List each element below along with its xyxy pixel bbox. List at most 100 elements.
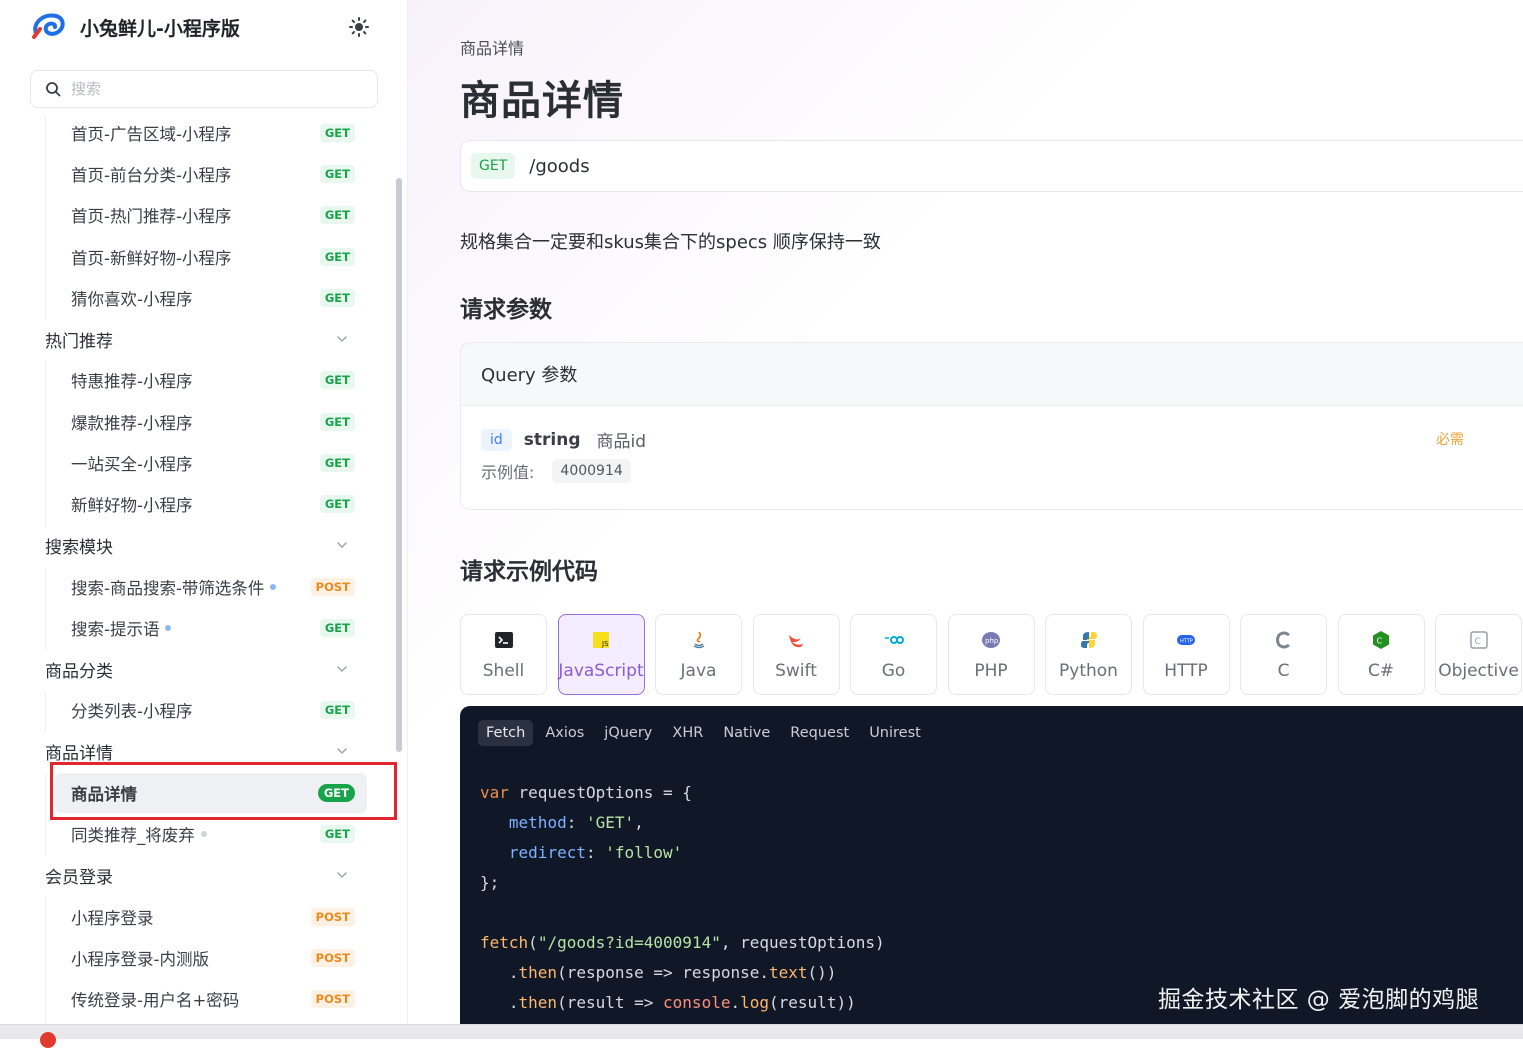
language-tab-c[interactable]: C: [1240, 614, 1327, 695]
terminal-icon: [494, 631, 513, 648]
sidebar-group[interactable]: 商品分类: [45, 652, 349, 686]
language-tab-http[interactable]: HTTP HTTP: [1142, 614, 1230, 695]
code-heading: 请求示例代码: [460, 559, 598, 585]
language-tab-java[interactable]: Java: [655, 614, 742, 695]
language-tab-python[interactable]: Python: [1045, 614, 1132, 695]
taskbar-strip: [0, 1024, 1523, 1048]
code-tab-request[interactable]: Request: [782, 720, 857, 746]
method-badge: GET: [319, 206, 355, 224]
sidebar-item[interactable]: 猜你喜欢-小程序 GET: [71, 281, 355, 315]
code-tab-unirest[interactable]: Unirest: [861, 720, 929, 746]
language-label: Swift: [775, 660, 817, 681]
sidebar-item[interactable]: 特惠推荐-小程序 GET: [71, 363, 355, 397]
sidebar-item-label-wrap: 搜索-提示语: [71, 616, 172, 640]
language-tab-objective[interactable]: C Objective: [1435, 614, 1522, 695]
sidebar-item[interactable]: 传统登录-用户名+密码 POST: [71, 982, 355, 1016]
sidebar-item[interactable]: 搜索-商品搜索-带筛选条件 POST: [71, 570, 355, 604]
sidebar-item-label-wrap: 新鲜好物-小程序: [71, 492, 192, 516]
theme-toggle-button[interactable]: [346, 14, 372, 40]
code-line: redirect: 'follow': [508, 843, 683, 862]
code-block: var requestOptions = { method: 'GET', re…: [480, 778, 885, 1018]
code-tab-xhr[interactable]: XHR: [664, 720, 711, 746]
sidebar: 小兔鲜儿-小程序版 首页-广告区域-小程序GET 首页-前台分类-小程序GET 首页…: [0, 0, 408, 1024]
sidebar-group[interactable]: 会员登录: [45, 858, 349, 892]
endpoint-bar[interactable]: GET /goods: [460, 140, 1523, 192]
sidebar-item-label: 爆款推荐-小程序: [71, 414, 193, 433]
method-badge: GET: [319, 701, 355, 719]
example-label: 示例值:: [481, 463, 535, 482]
api-description: 规格集合一定要和skus集合下的specs 顺序保持一致: [460, 232, 881, 253]
code-tab-native[interactable]: Native: [715, 720, 778, 746]
method-badge: GET: [319, 495, 355, 513]
sidebar-item-label: 小程序登录: [71, 909, 154, 928]
python-icon: [1080, 631, 1097, 648]
sidebar-item[interactable]: 同类推荐_将废弃 GET: [71, 817, 355, 851]
method-badge: GET: [319, 825, 355, 843]
page-title: 商品详情: [460, 78, 624, 124]
code-tab-jquery[interactable]: jQuery: [596, 720, 660, 746]
main-content: 商品详情 商品详情 GET /goods 规格集合一定要和skus集合下的spe…: [408, 0, 1523, 1024]
sidebar-item-label-wrap: 搜索-商品搜索-带筛选条件: [71, 575, 277, 599]
sidebar-item[interactable]: 首页-热门推荐-小程序 GET: [71, 198, 355, 232]
code-line: .then(result => console.log(result)): [480, 993, 856, 1012]
code-tab-fetch[interactable]: Fetch: [478, 720, 534, 746]
sidebar-item[interactable]: 小程序登录-内测版 POST: [71, 941, 355, 975]
param-type: string: [523, 429, 581, 450]
sidebar-item[interactable]: 搜索-提示语 GET: [71, 611, 355, 645]
sidebar-item[interactable]: 首页-新鲜好物-小程序 GET: [71, 240, 355, 274]
language-tab-go[interactable]: Go: [850, 614, 937, 695]
tree-guide-line: [45, 692, 46, 732]
chevron-down-icon: [337, 748, 347, 755]
brand: 小兔鲜儿-小程序版: [30, 10, 240, 44]
sidebar-item-label: 传统登录-用户名+密码: [71, 991, 240, 1010]
app-logo-icon: [32, 13, 65, 39]
svg-text:C: C: [1377, 636, 1383, 645]
language-tab-shell[interactable]: Shell: [460, 614, 547, 695]
language-tab-php[interactable]: php PHP: [947, 614, 1035, 695]
svg-text:php: php: [985, 637, 999, 645]
language-tab-csharp[interactable]: C C#: [1337, 614, 1425, 695]
status-dot: [200, 831, 207, 837]
status-dot: [270, 584, 277, 590]
method-badge: GET: [319, 454, 355, 472]
sidebar-item-label: 特惠推荐-小程序: [71, 372, 193, 391]
sidebar-item-label-wrap: 爆款推荐-小程序: [71, 410, 192, 434]
language-tab-swift[interactable]: Swift: [752, 614, 840, 695]
param-description: 商品id: [596, 432, 647, 452]
c-icon: [1275, 631, 1290, 648]
sidebar-group[interactable]: 搜索模块: [45, 528, 349, 562]
tree-guide-line: [45, 116, 46, 320]
sidebar-group-label: 搜索模块: [45, 537, 113, 558]
sidebar-item-label-wrap: 首页-新鲜好物-小程序: [71, 245, 231, 269]
sidebar-item[interactable]: 首页-广告区域-小程序 GET: [71, 116, 355, 150]
sidebar-group[interactable]: 热门推荐: [45, 322, 349, 356]
sidebar-item[interactable]: 爆款推荐-小程序 GET: [71, 405, 355, 439]
sidebar-item-label: 一站买全-小程序: [71, 455, 193, 474]
sidebar-item[interactable]: 新鲜好物-小程序 GET: [71, 487, 355, 521]
sidebar-item-label-wrap: 猜你喜欢-小程序: [71, 286, 192, 310]
go-icon: [884, 635, 904, 644]
code-line: method: 'GET',: [508, 813, 644, 832]
search-box[interactable]: [30, 70, 378, 108]
language-label: Go: [881, 660, 906, 681]
language-label: HTTP: [1164, 660, 1208, 681]
sidebar-item[interactable]: 首页-前台分类-小程序 GET: [71, 157, 355, 191]
code-line: .then(response => response.text()): [480, 963, 837, 982]
sidebar-scrollbar[interactable]: [396, 178, 402, 752]
sidebar-item-label-wrap: 传统登录-用户名+密码: [71, 987, 239, 1011]
query-params-card: Query 参数 id string 商品id 必需 示例值: 4000914: [460, 342, 1523, 510]
sidebar-item[interactable]: 一站买全-小程序 GET: [71, 446, 355, 480]
search-input[interactable]: [69, 79, 353, 99]
sidebar-item[interactable]: 小程序登录 POST: [71, 900, 355, 934]
code-tab-axios[interactable]: Axios: [537, 720, 592, 746]
sidebar-item-label: 搜索-商品搜索-带筛选条件: [71, 579, 265, 598]
svg-text:JS: JS: [601, 640, 609, 648]
taskbar-icon[interactable]: [40, 1032, 56, 1048]
method-badge: GET: [319, 124, 355, 142]
sidebar-item-label: 猜你喜欢-小程序: [71, 290, 193, 309]
language-tab-javascript[interactable]: JS JavaScript: [557, 614, 645, 695]
sidebar-item[interactable]: 分类列表-小程序 GET: [71, 693, 355, 727]
method-badge: POST: [310, 578, 355, 596]
sidebar-item-label: 同类推荐_将废弃: [71, 826, 195, 845]
method-badge: GET: [319, 371, 355, 389]
